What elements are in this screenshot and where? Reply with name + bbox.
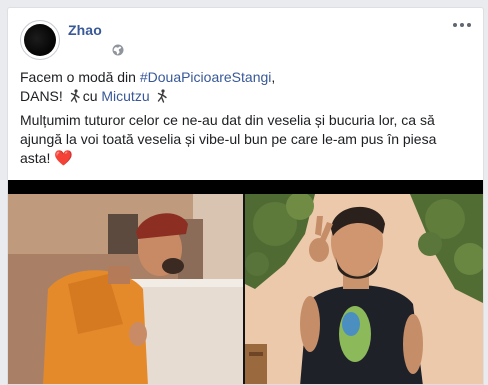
post-text: Facem o modă din #DouaPicioareStangi, DA… [20,68,476,168]
video-frame-right [245,194,483,384]
author-name[interactable]: Zhao [68,22,102,38]
paragraph-line: ajungă la voi toată veselia și vibe-ul b… [20,131,437,147]
video-player[interactable] [8,180,483,384]
globe-icon[interactable] [112,44,124,56]
dancer-emoji-icon [157,89,167,103]
post-card: Zhao Facem o modă din #DouaPicioareStang… [7,7,484,385]
tagged-person-link[interactable]: Micutzu [101,88,149,104]
line1-punct: , [271,69,276,85]
avatar[interactable] [20,20,60,60]
more-options-icon[interactable] [451,16,473,34]
paragraph-line: Mulțumim tuturor celor ce ne-au dat din … [20,112,435,128]
avatar-image [24,24,56,56]
line1-text: Facem o modă din [20,69,140,85]
post-line-1: Facem o modă din #DouaPicioareStangi, [20,68,476,87]
post-header: Zhao [8,8,483,68]
dancer-emoji-icon [70,89,80,103]
video-frame-left [8,194,243,384]
heart-emoji-icon: ❤️ [54,150,73,167]
last-line-text: asta! [20,150,55,166]
line2-text: DANS! [20,88,67,104]
hashtag-link[interactable]: #DouaPicioareStangi [140,69,272,85]
paragraph-last-line: asta! ❤️ [20,149,476,168]
post-line-2: DANS! cu Micutzu [20,87,476,106]
with-word: cu [82,88,102,104]
